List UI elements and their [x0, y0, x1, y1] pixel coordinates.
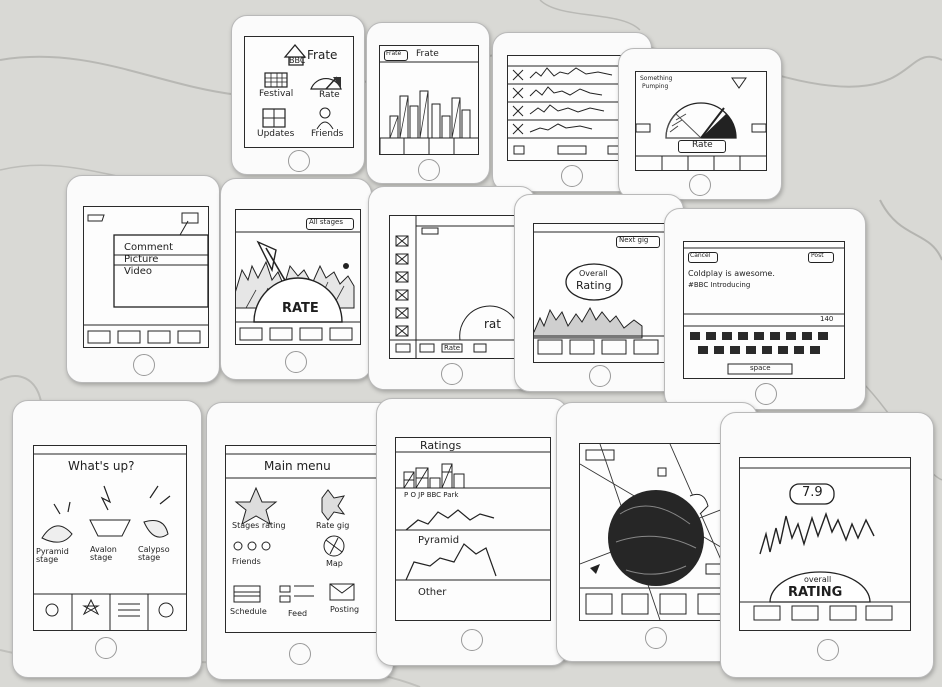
overall-rating-sketch	[534, 231, 666, 355]
updates-label: Updates	[257, 129, 295, 139]
sketch-screen: Comment Picture Video	[83, 206, 209, 348]
rate-gig-label: Rate gig	[316, 521, 350, 530]
sketch-card-main-menu: Main menu Stages rating Rate gig Friends…	[206, 402, 394, 680]
menu-item-video: Video	[124, 266, 153, 277]
sketch-screen: Something Pumping Rate	[635, 71, 767, 171]
menu-item-picture: Picture	[124, 254, 159, 265]
sketch-card-bar-chart: Frate Frate	[366, 22, 490, 184]
sketch-screen: Next gig Overall Rating	[533, 223, 667, 363]
sketch-screen: All stages RATE	[235, 209, 361, 345]
home-button-sketch	[133, 354, 155, 376]
home-button-sketch	[441, 363, 463, 385]
festival-label: Festival	[259, 89, 294, 99]
sketch-card-overall-rating: Next gig Overall Rating	[514, 194, 684, 392]
home-button-sketch	[689, 174, 711, 196]
sketch-card-rate-dial: Something Pumping Rate	[618, 48, 782, 200]
home-button-sketch	[589, 365, 611, 387]
rate-dial-sketch	[636, 77, 766, 170]
sketch-screen	[579, 443, 737, 621]
feed-label: Feed	[288, 609, 308, 618]
pyramid-stage-label: Pyramid stage	[36, 547, 69, 565]
rate-label: Rate	[319, 90, 340, 100]
sketch-screen: Frate Frate	[379, 45, 479, 155]
rating-label: Rating	[576, 279, 612, 292]
home-button-sketch	[755, 383, 777, 405]
stages-rating-label: Stages rating	[232, 521, 286, 530]
sketch-card-score: 7.9 overall RATING	[720, 412, 934, 678]
map-label: Map	[326, 559, 343, 568]
keyboard-sketch	[684, 247, 844, 375]
rate-partial-label: rat	[484, 317, 501, 331]
overall-label: Overall	[579, 269, 608, 278]
other-label: Other	[418, 587, 447, 598]
sketch-screen: Ratings P O JP BBC Park Pyramid Other	[395, 437, 551, 621]
friends-label: Friends	[232, 557, 261, 566]
sketch-screen: Main menu Stages rating Rate gig Friends…	[225, 445, 377, 633]
sketch-screen: What's up? Pyramid stage Avalon stage Ca…	[33, 445, 187, 631]
home-button-sketch	[461, 629, 483, 651]
sketch-card-checklist: rat Rate	[368, 186, 536, 390]
rate-button-label: Rate	[444, 344, 461, 352]
score-value: 7.9	[802, 485, 823, 500]
sketch-screen: rat Rate	[389, 215, 519, 359]
app-brand: Frate	[307, 48, 338, 62]
rate-label: RATE	[282, 301, 319, 316]
overall-label: overall	[804, 575, 832, 584]
rating-label: RATING	[788, 585, 843, 600]
chart-axis-labels: P O JP BBC Park	[404, 491, 459, 499]
menu-item-comment: Comment	[124, 242, 173, 253]
sketch-screen: 7.9 overall RATING	[739, 457, 911, 631]
score-wave-sketch	[740, 467, 910, 621]
schedule-label: Schedule	[230, 607, 267, 616]
home-button-sketch	[418, 159, 440, 181]
home-button-sketch	[288, 150, 310, 172]
rate-button-label: Rate	[692, 140, 713, 150]
bar-chart-sketch	[380, 61, 478, 154]
sketch-card-home: BBC Frate Festival Rate Updates Friends	[231, 15, 365, 175]
friends-label: Friends	[311, 129, 344, 139]
app-logo: BBC	[289, 56, 306, 65]
sketch-card-rate-crowd: All stages RATE	[220, 178, 372, 380]
map-sphere-sketch	[580, 444, 736, 620]
home-button-sketch	[95, 637, 117, 659]
pyramid-label: Pyramid	[418, 535, 460, 546]
home-button-sketch	[561, 165, 583, 187]
home-button-sketch	[289, 643, 311, 665]
sketch-card-whats-up: What's up? Pyramid stage Avalon stage Ca…	[12, 400, 202, 678]
space-key-label: space	[750, 364, 771, 372]
sketch-card-ratings: Ratings P O JP BBC Park Pyramid Other	[376, 398, 568, 666]
stages-sketch	[34, 453, 186, 630]
crowd-rate-sketch	[236, 231, 360, 341]
posting-label: Posting	[330, 605, 360, 614]
calypso-stage-label: Calypso stage	[138, 545, 170, 563]
list-sparklines-sketch	[508, 65, 636, 155]
sketch-card-post-menu: Comment Picture Video	[66, 175, 220, 383]
home-button-sketch	[817, 639, 839, 661]
home-button-sketch	[285, 351, 307, 373]
sketch-card-tweet: Cancel Post Coldplay is awesome. #BBC In…	[664, 208, 866, 410]
home-button-sketch	[645, 627, 667, 649]
sketch-screen: Cancel Post Coldplay is awesome. #BBC In…	[683, 241, 845, 379]
avalon-stage-label: Avalon stage	[90, 545, 117, 563]
sketch-screen: BBC Frate Festival Rate Updates Friends	[244, 36, 354, 148]
checklist-sketch	[390, 216, 518, 358]
